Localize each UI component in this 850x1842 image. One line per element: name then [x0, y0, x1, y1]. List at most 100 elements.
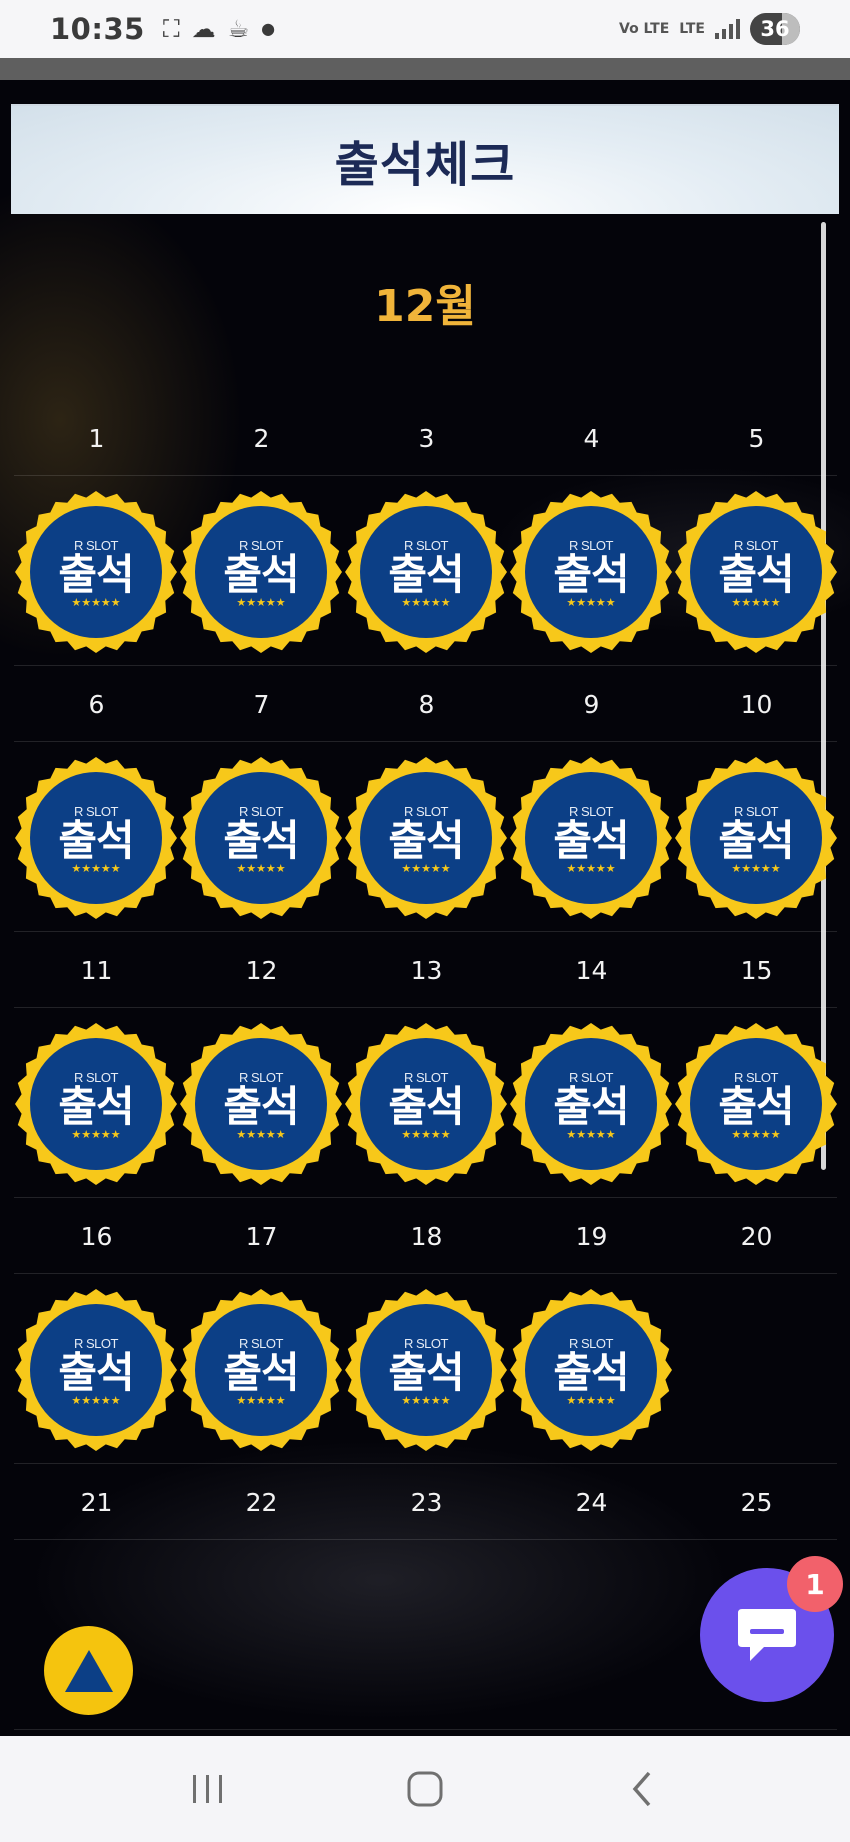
scroll-top-button[interactable] — [44, 1626, 133, 1715]
day-number-row: 21 22 23 24 25 — [14, 1464, 837, 1540]
stamp-label: 출석 — [58, 549, 134, 599]
day-number[interactable]: 21 — [14, 1464, 179, 1540]
stamp-content: R SLOT 출석 ★★★★★ — [345, 491, 507, 653]
stamp-label: 출석 — [718, 815, 794, 865]
stamp-content: R SLOT 출석 ★★★★★ — [15, 491, 177, 653]
stamp-content: R SLOT 출석 ★★★★★ — [510, 491, 672, 653]
stamp-label: 출석 — [58, 1347, 134, 1397]
stamp-stars: ★★★★★ — [566, 1128, 616, 1142]
day-number[interactable]: 22 — [179, 1464, 344, 1540]
stamp-content: R SLOT 출석 ★★★★★ — [510, 1289, 672, 1451]
stamp-row: R SLOT 출석 ★★★★★ R SLOT 출석 ★★★★★ R SLOT 출석 ★★★★★ R… — [14, 476, 837, 666]
stamp-label: 출석 — [388, 549, 464, 599]
stamp-stars: ★★★★★ — [401, 1394, 451, 1408]
attendance-stamp: R SLOT 출석 ★★★★★ — [180, 1023, 342, 1185]
attendance-stamp: R SLOT 출석 ★★★★★ — [675, 757, 837, 919]
stamp-stars: ★★★★★ — [566, 862, 616, 876]
status-time: 10:35 — [50, 12, 145, 46]
stamp-content: R SLOT 출석 ★★★★★ — [510, 1023, 672, 1185]
navigation-bar — [0, 1736, 850, 1842]
recent-apps-button[interactable] — [168, 1759, 248, 1819]
lte-indicator: LTE — [679, 21, 705, 37]
stamp-label: 출석 — [388, 1081, 464, 1131]
signal-icon — [715, 19, 740, 39]
day-number-row: 6 7 8 9 10 — [14, 666, 837, 742]
stamp-label: 출석 — [718, 1081, 794, 1131]
attendance-stamp: R SLOT 출석 ★★★★★ — [345, 757, 507, 919]
day-number[interactable]: 20 — [674, 1198, 839, 1274]
stamp-label: 출석 — [223, 1081, 299, 1131]
stamp-stars: ★★★★★ — [71, 596, 121, 610]
day-number[interactable]: 6 — [14, 666, 179, 742]
stamp-stars: ★★★★★ — [566, 596, 616, 610]
day-number[interactable]: 1 — [14, 400, 179, 476]
stamp-label: 출석 — [58, 1081, 134, 1131]
stamp-label: 출석 — [553, 1081, 629, 1131]
day-number[interactable]: 3 — [344, 400, 509, 476]
attendance-stamp: R SLOT 출석 ★★★★★ — [510, 491, 672, 653]
stamp-label: 출석 — [553, 815, 629, 865]
attendance-page[interactable]: 출석체크 12월 12345R SLOT 출석 ★★★★★ R SLOT 출석 ★★★★★… — [0, 80, 850, 1736]
day-number[interactable]: 18 — [344, 1198, 509, 1274]
day-number-row: 16 17 18 19 20 — [14, 1198, 837, 1274]
day-number[interactable]: 10 — [674, 666, 839, 742]
day-number[interactable]: 4 — [509, 400, 674, 476]
attendance-stamp: R SLOT 출석 ★★★★★ — [675, 491, 837, 653]
day-number[interactable]: 23 — [344, 1464, 509, 1540]
attendance-stamp: R SLOT 출석 ★★★★★ — [15, 491, 177, 653]
attendance-stamp: R SLOT 출석 ★★★★★ — [15, 1023, 177, 1185]
day-number[interactable]: 11 — [14, 932, 179, 1008]
cloud-icon: ☁ — [191, 15, 216, 43]
attendance-stamp: R SLOT 출석 ★★★★★ — [510, 1023, 672, 1185]
day-number[interactable]: 24 — [509, 1464, 674, 1540]
calendar-week: 16 17 18 19 20 R SLOT 출석 ★★★★★ R SLOT 출석 ★★★★★ R SL… — [14, 1198, 837, 1464]
day-number[interactable]: 14 — [509, 932, 674, 1008]
attendance-stamp: R SLOT 출석 ★★★★★ — [510, 1289, 672, 1451]
stamp-stars: ★★★★★ — [401, 862, 451, 876]
stamp-stars: ★★★★★ — [236, 862, 286, 876]
stamp-label: 출석 — [553, 1347, 629, 1397]
stamp-stars: ★★★★★ — [236, 1128, 286, 1142]
home-button[interactable] — [385, 1759, 465, 1819]
cup-icon: ☕ — [227, 15, 250, 43]
calendar-week: 6 7 8 9 10 R SLOT 출석 ★★★★★ R SLOT 출석 ★★★★★ R SLOT 출석… — [14, 666, 837, 932]
stamp-content: R SLOT 출석 ★★★★★ — [510, 757, 672, 919]
day-number[interactable]: 25 — [674, 1464, 839, 1540]
attendance-stamp: R SLOT 출석 ★★★★★ — [345, 1289, 507, 1451]
dot-icon: ● — [261, 19, 276, 38]
home-icon — [407, 1771, 443, 1807]
stamp-content: R SLOT 출석 ★★★★★ — [15, 757, 177, 919]
day-number[interactable]: 7 — [179, 666, 344, 742]
attendance-stamp: R SLOT 출석 ★★★★★ — [345, 491, 507, 653]
day-number[interactable]: 8 — [344, 666, 509, 742]
stamp-stars: ★★★★★ — [731, 596, 781, 610]
attendance-stamp: R SLOT 출석 ★★★★★ — [180, 491, 342, 653]
day-number[interactable]: 13 — [344, 932, 509, 1008]
stamp-label: 출석 — [553, 549, 629, 599]
stamp-row: R SLOT 출석 ★★★★★ R SLOT 출석 ★★★★★ R SLOT 출석 ★★★★★ R… — [14, 1008, 837, 1198]
attendance-stamp: R SLOT 출석 ★★★★★ — [345, 1023, 507, 1185]
day-number[interactable]: 19 — [509, 1198, 674, 1274]
stamp-label: 출석 — [223, 1347, 299, 1397]
day-number[interactable]: 9 — [509, 666, 674, 742]
back-button[interactable] — [602, 1759, 682, 1819]
day-number[interactable]: 12 — [179, 932, 344, 1008]
stamp-stars: ★★★★★ — [566, 1394, 616, 1408]
stamp-stars: ★★★★★ — [401, 596, 451, 610]
day-number[interactable]: 5 — [674, 400, 839, 476]
day-number-row: 12345 — [14, 400, 837, 476]
stamp-label: 출석 — [388, 815, 464, 865]
stamp-stars: ★★★★★ — [236, 1394, 286, 1408]
stamp-label: 출석 — [388, 1347, 464, 1397]
stamp-content: R SLOT 출석 ★★★★★ — [675, 757, 837, 919]
status-right: Vo LTE LTE 36 — [619, 13, 800, 45]
triangle-up-icon — [64, 1649, 113, 1692]
stamp-label: 출석 — [223, 549, 299, 599]
status-bar: 10:35 ⛶ ☁ ☕ ● Vo LTE LTE 36 — [0, 0, 850, 58]
day-number[interactable]: 15 — [674, 932, 839, 1008]
day-number[interactable]: 2 — [179, 400, 344, 476]
stamp-content: R SLOT 출석 ★★★★★ — [180, 1289, 342, 1451]
day-number[interactable]: 16 — [14, 1198, 179, 1274]
day-number[interactable]: 17 — [179, 1198, 344, 1274]
calendar-week: 11 12 13 14 15 R SLOT 출석 ★★★★★ R SLOT 출석 ★★★★★ R SL… — [14, 932, 837, 1198]
